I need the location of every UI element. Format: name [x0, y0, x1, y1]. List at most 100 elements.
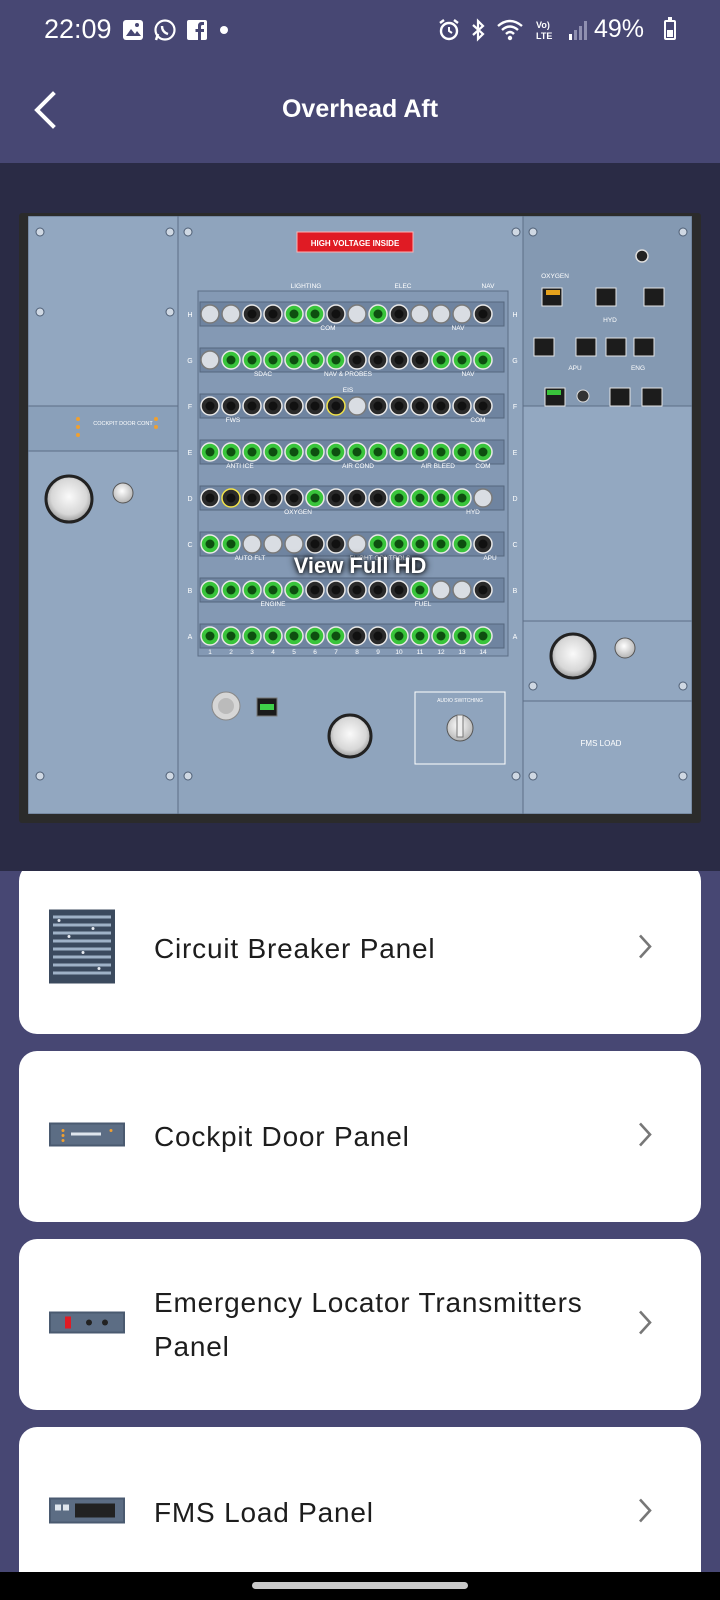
svg-text:Vo): Vo) [536, 20, 550, 30]
column-number: 9 [376, 649, 380, 656]
breaker-knob-center [289, 493, 299, 503]
breaker-knob-center [205, 447, 215, 457]
row-letter-left: C [187, 542, 192, 549]
breaker-knob-center [415, 539, 425, 549]
section-label: NAV & PROBES [324, 371, 373, 378]
view-full-hd-button[interactable]: View Full HD [19, 553, 701, 579]
breaker-knob-center [436, 493, 446, 503]
breaker-knob [431, 304, 451, 324]
breaker-knob-center [373, 355, 383, 365]
breaker-knob-center [352, 447, 362, 457]
breaker-knob-center [205, 401, 215, 411]
bluetooth-icon [470, 18, 486, 47]
breaker-knob-center [352, 631, 362, 641]
section-label: COM [475, 463, 490, 470]
breaker-knob-center [205, 493, 215, 503]
breaker-knob-center [331, 309, 341, 319]
row-letter-left: D [187, 496, 192, 503]
signal-icon [568, 19, 588, 46]
breaker-knob [284, 534, 304, 554]
breaker-knob-center [247, 585, 257, 595]
list-item-fms-load[interactable]: FMS Load Panel [19, 1427, 701, 1572]
pushbutton-switch [533, 337, 555, 357]
breaker-knob-center [310, 631, 320, 641]
breaker-knob-center [478, 309, 488, 319]
breaker-knob-center [289, 631, 299, 641]
breaker-knob-center [268, 355, 278, 365]
breaker-knob-center [247, 355, 257, 365]
breaker-knob-center [226, 355, 236, 365]
breaker-knob [431, 580, 451, 600]
column-number: 5 [292, 649, 296, 656]
breaker-knob-center [289, 401, 299, 411]
row-letter-left: B [188, 588, 193, 595]
breaker-knob [347, 396, 367, 416]
list-item-cockpit-door[interactable]: Cockpit Door Panel [19, 1051, 701, 1222]
section-label: COM [470, 417, 485, 424]
breaker-knob-center [394, 585, 404, 595]
breaker-knob [347, 304, 367, 324]
breaker-knob-center [289, 447, 299, 457]
row-letter-right: A [513, 634, 518, 641]
breaker-knob-center [457, 355, 467, 365]
breaker-knob [242, 534, 262, 554]
section-label: FWS [226, 417, 241, 424]
right-panel-label: HYD [603, 317, 617, 324]
breaker-knob-center [436, 355, 446, 365]
gesture-handle[interactable] [252, 1582, 468, 1589]
right-panel-label: APU [568, 365, 582, 372]
breaker-knob-center [373, 309, 383, 319]
breaker-knob-center [478, 447, 488, 457]
breaker-knob-center [373, 631, 383, 641]
breaker-knob-center [478, 355, 488, 365]
breaker-knob-center [373, 447, 383, 457]
status-time: 22:09 [44, 14, 112, 44]
column-number: 3 [250, 649, 254, 656]
column-number: 1 [208, 649, 212, 656]
breaker-knob-center [436, 401, 446, 411]
breaker-knob-center [310, 585, 320, 595]
breaker-knob [452, 580, 472, 600]
breaker-knob-center [268, 309, 278, 319]
breaker-knob-center [310, 447, 320, 457]
section-label: ENGINE [261, 601, 287, 608]
row-letter-left: H [187, 312, 192, 319]
row-letter-right: B [513, 588, 518, 595]
pushbutton-switch [633, 337, 655, 357]
chevron-right-icon [637, 932, 653, 965]
ok-light [547, 390, 561, 395]
section-label: OXYGEN [284, 509, 312, 516]
panel-preview[interactable]: HIGH VOLTAGE INSIDE HHGGFFEEDDCCBBAA 123… [0, 163, 720, 871]
breaker-knob-center [331, 493, 341, 503]
reset-button [576, 389, 590, 403]
status-bar: 22:09 Vo) LTE 49% [0, 0, 720, 62]
breaker-knob-center [205, 631, 215, 641]
breaker-knob-center [205, 539, 215, 549]
breaker-knob-center [289, 309, 299, 319]
section-label: FUEL [415, 601, 432, 608]
section-label: HYD [466, 509, 480, 516]
list-item-circuit-breaker[interactable]: Circuit Breaker Panel [19, 871, 701, 1034]
breaker-knob-center [205, 585, 215, 595]
pushbutton-switch [641, 387, 663, 407]
pushbutton-switch [605, 337, 627, 357]
list-item-elt[interactable]: Emergency Locator Transmitters Panel [19, 1239, 701, 1410]
breaker-knob-center [352, 493, 362, 503]
row-letter-right: C [512, 542, 517, 549]
breaker-knob-center [352, 585, 362, 595]
breaker-knob-center [415, 355, 425, 365]
row-letter-right: F [513, 404, 517, 411]
audio-switching-label: AUDIO SWITCHING [437, 698, 483, 704]
breaker-knob [473, 488, 493, 508]
breaker-knob [263, 534, 283, 554]
breaker-knob-center [331, 585, 341, 595]
row-letter-left: A [188, 634, 193, 641]
system-nav-bar [0, 1572, 720, 1600]
cockpit-door-thumb [49, 1122, 125, 1151]
chevron-right-icon [637, 1496, 653, 1529]
section-label: AIR BLEED [421, 463, 455, 470]
whatsapp-icon [153, 18, 177, 47]
breaker-knob-center [331, 355, 341, 365]
breaker-knob-center [226, 447, 236, 457]
panel-list: Circuit Breaker Panel Cockpit Door Panel [0, 871, 720, 1572]
